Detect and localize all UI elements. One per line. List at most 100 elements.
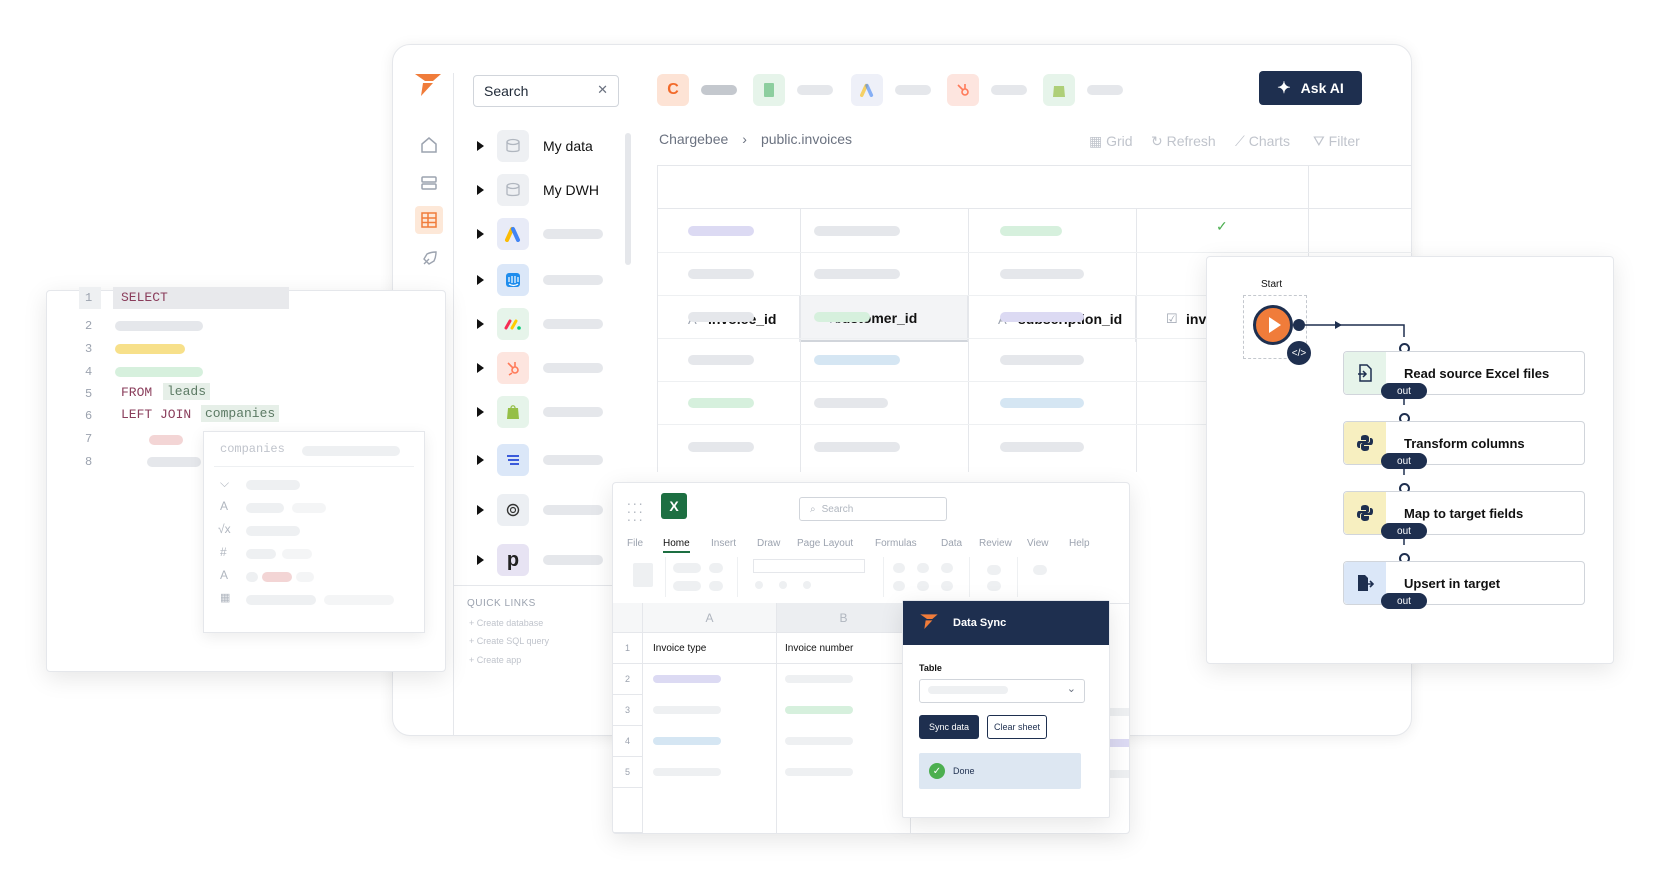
app-tab-shopify[interactable] xyxy=(1043,73,1123,107)
placeholder-bar xyxy=(543,555,603,565)
tree-item-my-dwh[interactable]: My DWH xyxy=(473,173,623,207)
tree-item-hubspot[interactable] xyxy=(473,351,623,385)
refresh-button[interactable]: ↻ Refresh xyxy=(1151,133,1216,150)
tree-item-google-ads[interactable] xyxy=(473,217,623,251)
expand-icon[interactable] xyxy=(477,455,484,465)
suggestion-bar[interactable] xyxy=(246,526,300,536)
tab-insert[interactable]: Insert xyxy=(711,538,736,549)
chevron-right-icon: › xyxy=(742,131,747,147)
expand-icon[interactable] xyxy=(477,319,484,329)
paste-icon[interactable] xyxy=(633,563,653,587)
font-select[interactable] xyxy=(753,559,865,573)
column-header-a[interactable]: A xyxy=(643,603,777,633)
suggestion-bar[interactable] xyxy=(246,572,258,582)
close-icon[interactable]: ✕ xyxy=(597,82,608,98)
out-badge[interactable]: out xyxy=(1381,383,1427,399)
suggestion-bar xyxy=(292,503,326,513)
app-tab-google-ads[interactable] xyxy=(851,73,931,107)
flow-node-upsert[interactable]: Upsert in target xyxy=(1343,561,1585,605)
tab-page-layout[interactable]: Page Layout xyxy=(797,538,853,549)
flow-node-transform[interactable]: Transform columns xyxy=(1343,421,1585,465)
cell-a1[interactable]: Invoice type xyxy=(643,633,777,664)
tab-file[interactable]: File xyxy=(627,538,643,549)
search-input[interactable]: Search ✕ xyxy=(473,75,619,107)
quick-link-create-app[interactable]: + Create app xyxy=(469,655,521,665)
expand-icon[interactable] xyxy=(477,407,484,417)
breadcrumb-source[interactable]: Chargebee xyxy=(659,131,728,147)
tree-item-shopify[interactable] xyxy=(473,395,623,429)
cell-bar xyxy=(785,675,853,683)
filter-button[interactable]: ⛛ Filter xyxy=(1313,133,1360,150)
tree-item-openai[interactable] xyxy=(473,493,623,527)
select-all-corner[interactable] xyxy=(613,603,643,633)
row-header[interactable]: 5 xyxy=(613,757,643,788)
expand-icon[interactable] xyxy=(477,141,484,151)
row-header[interactable]: 2 xyxy=(613,664,643,695)
suggestion-bar[interactable] xyxy=(246,503,284,513)
tree-item-pipedrive[interactable]: p xyxy=(473,543,623,577)
expand-icon[interactable] xyxy=(477,505,484,515)
expand-icon[interactable] xyxy=(477,185,484,195)
code-select[interactable]: SELECT xyxy=(113,287,289,309)
python-icon xyxy=(1344,492,1386,534)
tab-view[interactable]: View xyxy=(1027,538,1049,549)
ask-ai-button[interactable]: ✦ Ask AI xyxy=(1259,71,1362,105)
out-badge[interactable]: out xyxy=(1381,593,1427,609)
out-badge[interactable]: out xyxy=(1381,453,1427,469)
tab-review[interactable]: Review xyxy=(979,538,1012,549)
quick-link-create-database[interactable]: + Create database xyxy=(469,618,543,628)
database-icon[interactable] xyxy=(415,169,443,197)
quick-link-label: Create SQL query xyxy=(476,636,549,646)
tab-formulas[interactable]: Formulas xyxy=(875,538,917,549)
tab-draw[interactable]: Draw xyxy=(757,538,780,549)
suggestion-bar[interactable] xyxy=(246,549,276,559)
tree-item-label: My data xyxy=(543,138,593,154)
tab-home[interactable]: Home xyxy=(663,538,690,553)
tab-help[interactable]: Help xyxy=(1069,538,1090,549)
home-icon[interactable] xyxy=(415,131,443,159)
expand-icon[interactable] xyxy=(477,555,484,565)
app-tab-chargebee[interactable]: C xyxy=(657,73,737,107)
row-header[interactable]: 4 xyxy=(613,726,643,757)
tree-item-monday[interactable] xyxy=(473,307,623,341)
cell-bar xyxy=(814,226,900,236)
tree-item-intercom[interactable] xyxy=(473,263,623,297)
excel-search-input[interactable]: ⌕ Search xyxy=(799,497,947,521)
column-header-b[interactable]: B xyxy=(777,603,911,633)
checkbox-icon: ☑ xyxy=(1166,311,1178,326)
ribbon-bar xyxy=(941,563,953,573)
app-launcher-icon[interactable]: ∙∙∙ ∙∙∙ ∙∙∙ xyxy=(627,496,645,526)
flow-node-map[interactable]: Map to target fields xyxy=(1343,491,1585,535)
charts-button[interactable]: ⟋ Charts xyxy=(1235,133,1290,150)
grid-button[interactable]: ▦ Grid xyxy=(1089,133,1133,150)
quick-link-create-sql[interactable]: + Create SQL query xyxy=(469,636,549,646)
table-icon[interactable] xyxy=(415,206,443,234)
suggestion-bar[interactable] xyxy=(246,480,300,490)
cell-bar xyxy=(814,442,900,452)
sync-data-button[interactable]: Sync data xyxy=(919,715,979,739)
chart-icon: ⟋ xyxy=(1235,133,1249,149)
row-header[interactable]: 1 xyxy=(613,633,643,664)
clear-sheet-button[interactable]: Clear sheet xyxy=(987,715,1047,739)
out-badge[interactable]: out xyxy=(1381,523,1427,539)
table-select[interactable]: ⌄ xyxy=(919,679,1085,703)
row-header[interactable]: 3 xyxy=(613,695,643,726)
tab-data[interactable]: Data xyxy=(941,538,962,549)
placeholder-bar xyxy=(1087,85,1123,95)
tree-item-stripe[interactable] xyxy=(473,443,623,477)
cell-b1[interactable]: Invoice number xyxy=(777,633,911,664)
flow-node-read-source[interactable]: Read source Excel files xyxy=(1343,351,1585,395)
expand-icon[interactable] xyxy=(477,275,484,285)
app-tab-sheets[interactable] xyxy=(753,73,833,107)
expand-icon[interactable] xyxy=(477,363,484,373)
app-logo xyxy=(413,71,443,97)
suggestion-bar[interactable] xyxy=(246,595,316,605)
tree-scrollbar[interactable] xyxy=(625,133,631,265)
divider xyxy=(214,466,414,467)
tree-item-my-data[interactable]: My data xyxy=(473,129,623,163)
expand-icon[interactable] xyxy=(477,229,484,239)
filter-icon: ⛛ xyxy=(1313,133,1329,149)
app-tab-hubspot[interactable] xyxy=(947,73,1027,107)
cell-bar xyxy=(653,706,721,714)
rocket-icon[interactable] xyxy=(415,245,443,273)
